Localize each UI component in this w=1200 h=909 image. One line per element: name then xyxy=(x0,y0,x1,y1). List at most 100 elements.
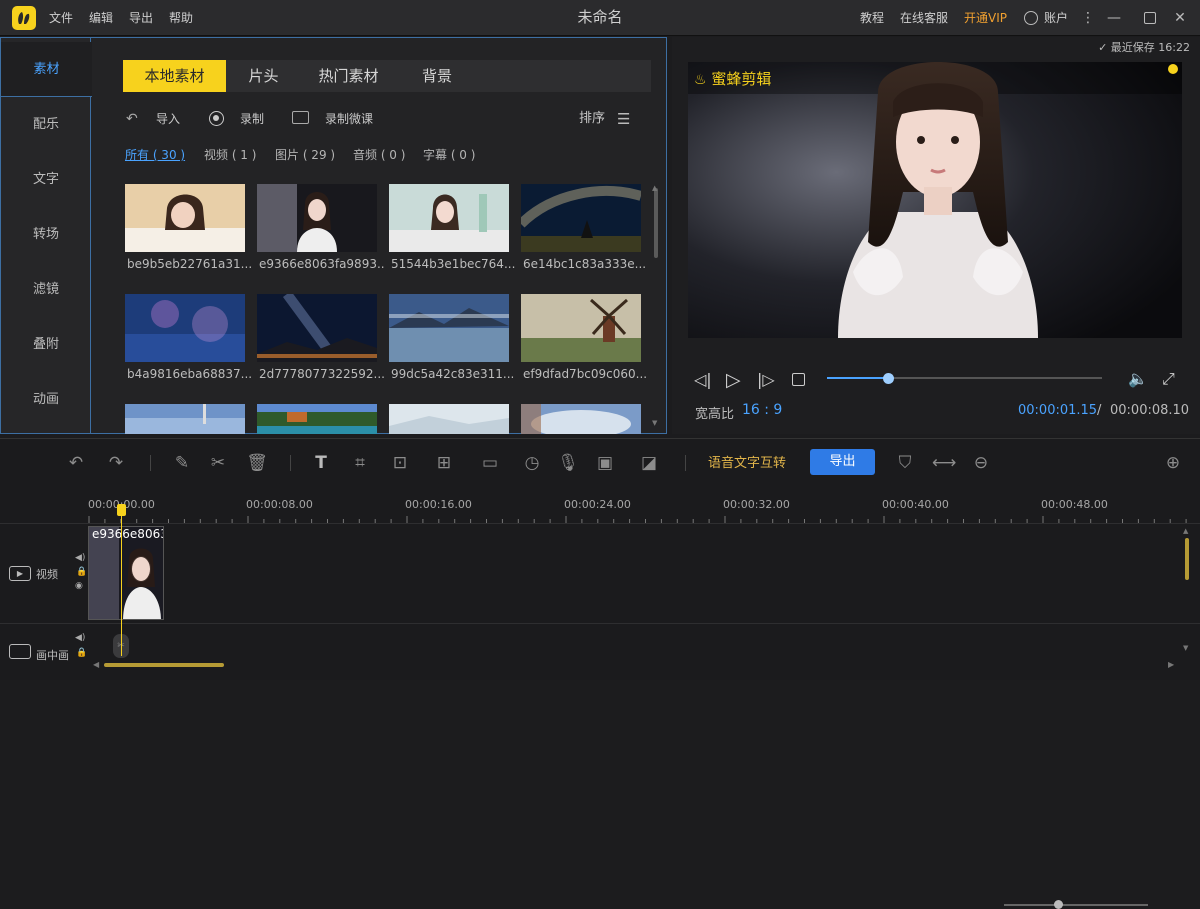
tab-local[interactable]: 本地素材 xyxy=(123,60,226,92)
sort-button[interactable]: 排序 xyxy=(579,110,605,128)
cut-icon[interactable]: ✂ xyxy=(207,453,229,473)
crop-icon[interactable]: ⌗ xyxy=(349,453,371,473)
account-avatar-icon[interactable] xyxy=(1024,11,1038,25)
scroll-up-icon[interactable]: ▲ xyxy=(1183,527,1188,535)
stop-icon[interactable] xyxy=(792,373,805,386)
support-link[interactable]: 在线客服 xyxy=(900,0,948,36)
close-button[interactable]: ✕ xyxy=(1170,8,1190,28)
screen-icon[interactable]: ▣ xyxy=(594,453,616,473)
nav-music[interactable]: 配乐 xyxy=(1,97,91,152)
lock-icon[interactable]: 🔒 xyxy=(76,567,87,577)
media-thumbnail[interactable] xyxy=(521,184,641,252)
voice-text-convert-button[interactable]: 语音文字互转 xyxy=(708,452,786,471)
menu-file[interactable]: 文件 xyxy=(49,0,73,36)
timeline-v-scrollbar[interactable] xyxy=(1185,538,1189,580)
undo-icon[interactable]: ↶ xyxy=(65,453,87,473)
fullscreen-icon[interactable]: ⤢ xyxy=(1162,369,1175,389)
import-button[interactable]: 导入 xyxy=(156,110,180,128)
zoom-in-icon[interactable]: ⊕ xyxy=(1162,453,1184,473)
zoom-slider-track[interactable] xyxy=(1004,904,1148,906)
redo-icon[interactable]: ↷ xyxy=(105,453,127,473)
resize-icon[interactable]: ⊡ xyxy=(389,453,411,473)
import-icon[interactable]: ↶ xyxy=(126,111,138,127)
minimize-button[interactable]: — xyxy=(1104,8,1124,28)
mosaic-icon[interactable]: ⊞ xyxy=(433,453,455,473)
marker-icon[interactable]: ⛉ xyxy=(894,453,916,473)
toolbar-divider xyxy=(685,455,686,471)
filter-image[interactable]: 图片 ( 29 ) xyxy=(275,146,335,164)
tab-hot[interactable]: 热门素材 xyxy=(301,60,396,92)
sort-list-icon[interactable]: ☰ xyxy=(617,110,630,128)
nav-animation[interactable]: 动画 xyxy=(1,372,91,427)
scroll-up-icon[interactable]: ▲ xyxy=(652,184,657,192)
scroll-left-icon[interactable]: ◀ xyxy=(93,660,99,669)
media-thumbnail[interactable] xyxy=(125,184,245,252)
pip-mute-icon[interactable]: ◀) xyxy=(75,633,85,643)
media-thumbnail[interactable] xyxy=(257,294,377,362)
menu-export[interactable]: 导出 xyxy=(129,0,153,36)
tab-background[interactable]: 背景 xyxy=(396,60,478,92)
scroll-down-icon[interactable]: ▼ xyxy=(652,419,657,427)
fill-icon[interactable]: ◪ xyxy=(638,453,660,473)
next-frame-icon[interactable]: |▷ xyxy=(757,370,775,389)
media-thumbnail[interactable] xyxy=(257,404,377,434)
more-icon[interactable]: ⋮ xyxy=(1078,8,1098,28)
playhead-handle[interactable] xyxy=(117,504,126,516)
pen-icon[interactable]: ✎ xyxy=(171,453,193,473)
zoom-out-icon[interactable]: ⊖ xyxy=(970,453,992,473)
media-thumbnail[interactable] xyxy=(257,184,377,252)
menu-help[interactable]: 帮助 xyxy=(169,0,193,36)
volume-icon[interactable]: 🔈 xyxy=(1128,369,1148,388)
nav-overlay[interactable]: 叠附 xyxy=(1,317,91,372)
visibility-icon[interactable]: ◉ xyxy=(75,581,83,591)
video-preview[interactable]: ♨ 蜜蜂剪辑 xyxy=(688,62,1182,338)
media-scrollbar[interactable] xyxy=(654,188,658,258)
scroll-right-icon[interactable]: ▶ xyxy=(1168,660,1174,669)
media-thumbnail[interactable] xyxy=(389,404,509,434)
progress-knob[interactable] xyxy=(882,373,894,384)
maximize-button[interactable] xyxy=(1140,8,1160,28)
record-lecture-button[interactable]: 录制微课 xyxy=(325,110,373,128)
tutorial-link[interactable]: 教程 xyxy=(860,0,884,36)
watermark-close-icon[interactable] xyxy=(1168,64,1178,74)
media-thumbnail[interactable] xyxy=(521,294,641,362)
fit-icon[interactable]: ⟷ xyxy=(932,453,956,473)
record-button[interactable]: 录制 xyxy=(240,110,264,128)
media-thumbnail[interactable] xyxy=(521,404,641,434)
media-thumbnail-image xyxy=(521,294,641,362)
mute-icon[interactable]: ◀) xyxy=(75,553,85,563)
account-link[interactable]: 账户 xyxy=(1044,0,1068,36)
microphone-icon[interactable]: 🎙 xyxy=(557,453,579,473)
media-thumbnail[interactable] xyxy=(389,184,509,252)
aspect-value[interactable]: 16 : 9 xyxy=(742,402,782,418)
delete-icon[interactable]: 🗑 xyxy=(246,453,268,473)
nav-filter[interactable]: 滤镜 xyxy=(1,262,91,317)
filter-audio[interactable]: 音频 ( 0 ) xyxy=(353,146,405,164)
media-thumbnail-image xyxy=(389,294,509,362)
play-icon[interactable]: ▷ xyxy=(726,369,741,391)
timeline-h-scrollbar[interactable] xyxy=(104,663,224,667)
filter-video[interactable]: 视频 ( 1 ) xyxy=(204,146,256,164)
duration-icon[interactable]: ◷ xyxy=(521,453,543,473)
filter-all[interactable]: 所有 ( 30 ) xyxy=(125,146,185,164)
pip-lock-icon[interactable]: 🔒 xyxy=(76,648,87,658)
menu-edit[interactable]: 编辑 xyxy=(89,0,113,36)
tab-intro[interactable]: 片头 xyxy=(226,60,301,92)
nav-material[interactable]: 素材 xyxy=(1,42,92,97)
nav-text[interactable]: 文字 xyxy=(1,152,91,207)
zoom-slider-knob[interactable] xyxy=(1054,900,1063,909)
media-thumbnail[interactable] xyxy=(389,294,509,362)
frame-icon[interactable]: ▭ xyxy=(479,453,501,473)
record-icon[interactable] xyxy=(209,111,224,126)
video-clip[interactable]: e9366e8063 xyxy=(88,526,164,620)
media-thumbnail[interactable] xyxy=(125,404,245,434)
media-thumbnail[interactable] xyxy=(125,294,245,362)
vip-link[interactable]: 开通VIP xyxy=(964,0,1007,36)
filter-subtitle[interactable]: 字幕 ( 0 ) xyxy=(423,146,475,164)
scroll-down-icon[interactable]: ▼ xyxy=(1183,644,1188,652)
screen-record-icon[interactable] xyxy=(292,111,309,124)
prev-frame-icon[interactable]: ◁| xyxy=(694,370,712,389)
text-icon[interactable]: T xyxy=(310,453,332,473)
nav-transition[interactable]: 转场 xyxy=(1,207,91,262)
export-button[interactable]: 导出 xyxy=(810,449,875,475)
